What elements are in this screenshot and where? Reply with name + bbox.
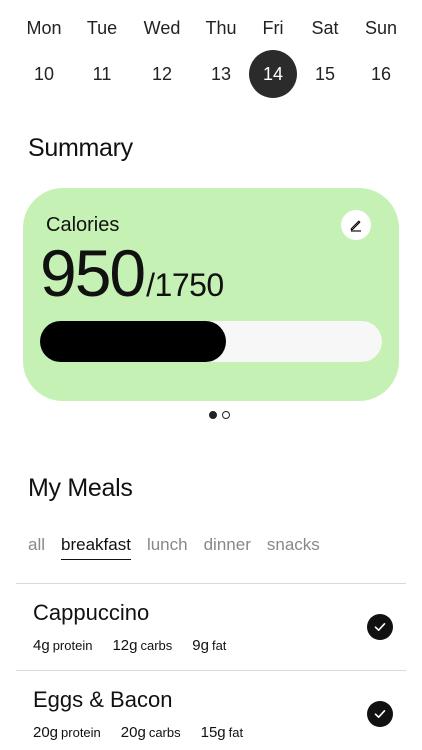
tab-dinner[interactable]: dinner bbox=[204, 535, 251, 560]
carbs-value: 12g bbox=[112, 637, 138, 654]
check-button[interactable] bbox=[367, 614, 393, 640]
day-name: Sun bbox=[364, 18, 398, 38]
day-number[interactable]: 15 bbox=[301, 50, 349, 98]
macro-carbs: 12g carbs bbox=[112, 637, 172, 654]
day-name: Sat bbox=[311, 18, 339, 38]
tab-breakfast[interactable]: breakfast bbox=[61, 535, 131, 560]
summary-title: Summary bbox=[28, 134, 133, 162]
pencil-icon bbox=[350, 220, 361, 232]
edit-button[interactable] bbox=[341, 210, 371, 240]
carbs-label: carbs bbox=[148, 725, 181, 740]
meal-macros: 4g protein 12g carbs 9g fat bbox=[33, 637, 246, 654]
meal-filter-tabs: all breakfast lunch dinner snacks bbox=[28, 535, 336, 560]
meal-item[interactable]: Eggs & Bacon 20g protein 20g carbs 15g fat bbox=[0, 671, 422, 750]
fat-label: fat bbox=[228, 725, 244, 740]
fat-value: 15g bbox=[200, 724, 226, 741]
checkmark-icon bbox=[374, 623, 386, 631]
page-indicator[interactable] bbox=[209, 411, 230, 419]
carbs-label: carbs bbox=[140, 638, 173, 653]
calories-current: 950 bbox=[40, 236, 146, 310]
fat-label: fat bbox=[211, 638, 227, 653]
meal-macros: 20g protein 20g carbs 15g fat bbox=[33, 724, 263, 741]
calories-progress-fill bbox=[40, 321, 226, 362]
page-dot[interactable] bbox=[222, 411, 230, 419]
protein-label: protein bbox=[52, 638, 93, 653]
tab-snacks[interactable]: snacks bbox=[267, 535, 320, 560]
tab-all[interactable]: all bbox=[28, 535, 45, 560]
day-number[interactable]: 12 bbox=[138, 50, 186, 98]
protein-value: 4g bbox=[33, 637, 50, 654]
calories-progress-bar bbox=[40, 321, 382, 362]
meals-title: My Meals bbox=[28, 474, 133, 502]
macro-protein: 20g protein bbox=[33, 724, 101, 741]
protein-value: 20g bbox=[33, 724, 59, 741]
carbs-value: 20g bbox=[120, 724, 146, 741]
day-name: Wed bbox=[143, 18, 181, 38]
meal-name: Eggs & Bacon bbox=[33, 687, 173, 712]
macro-carbs: 20g carbs bbox=[121, 724, 181, 741]
calories-value: 950 /1750 bbox=[40, 240, 224, 306]
week-strip: Mon 10 Tue 11 Wed 12 Thu 13 Fri 14 Sat 1… bbox=[0, 0, 422, 110]
macro-fat: 9g fat bbox=[192, 637, 226, 654]
day-number[interactable]: 11 bbox=[78, 50, 126, 98]
page-dot-active[interactable] bbox=[209, 411, 217, 419]
macro-fat: 15g fat bbox=[201, 724, 244, 741]
tab-lunch[interactable]: lunch bbox=[147, 535, 188, 560]
meal-item[interactable]: Cappuccino 4g protein 12g carbs 9g fat bbox=[0, 584, 422, 672]
day-name: Mon bbox=[26, 18, 62, 38]
day-name: Thu bbox=[205, 18, 237, 38]
check-button[interactable] bbox=[367, 701, 393, 727]
checkmark-icon bbox=[374, 710, 386, 718]
day-number[interactable]: 10 bbox=[20, 50, 68, 98]
day-number[interactable]: 16 bbox=[357, 50, 405, 98]
calories-target: /1750 bbox=[146, 267, 224, 303]
day-number-selected[interactable]: 14 bbox=[249, 50, 297, 98]
macro-protein: 4g protein bbox=[33, 637, 92, 654]
calories-card[interactable]: Calories 950 /1750 bbox=[23, 188, 399, 401]
protein-label: protein bbox=[61, 725, 101, 740]
meal-name: Cappuccino bbox=[33, 600, 150, 625]
day-number[interactable]: 13 bbox=[197, 50, 245, 98]
calories-label: Calories bbox=[46, 214, 120, 236]
fat-value: 9g bbox=[192, 637, 209, 654]
day-name: Fri bbox=[262, 18, 284, 38]
day-name: Tue bbox=[86, 18, 118, 38]
